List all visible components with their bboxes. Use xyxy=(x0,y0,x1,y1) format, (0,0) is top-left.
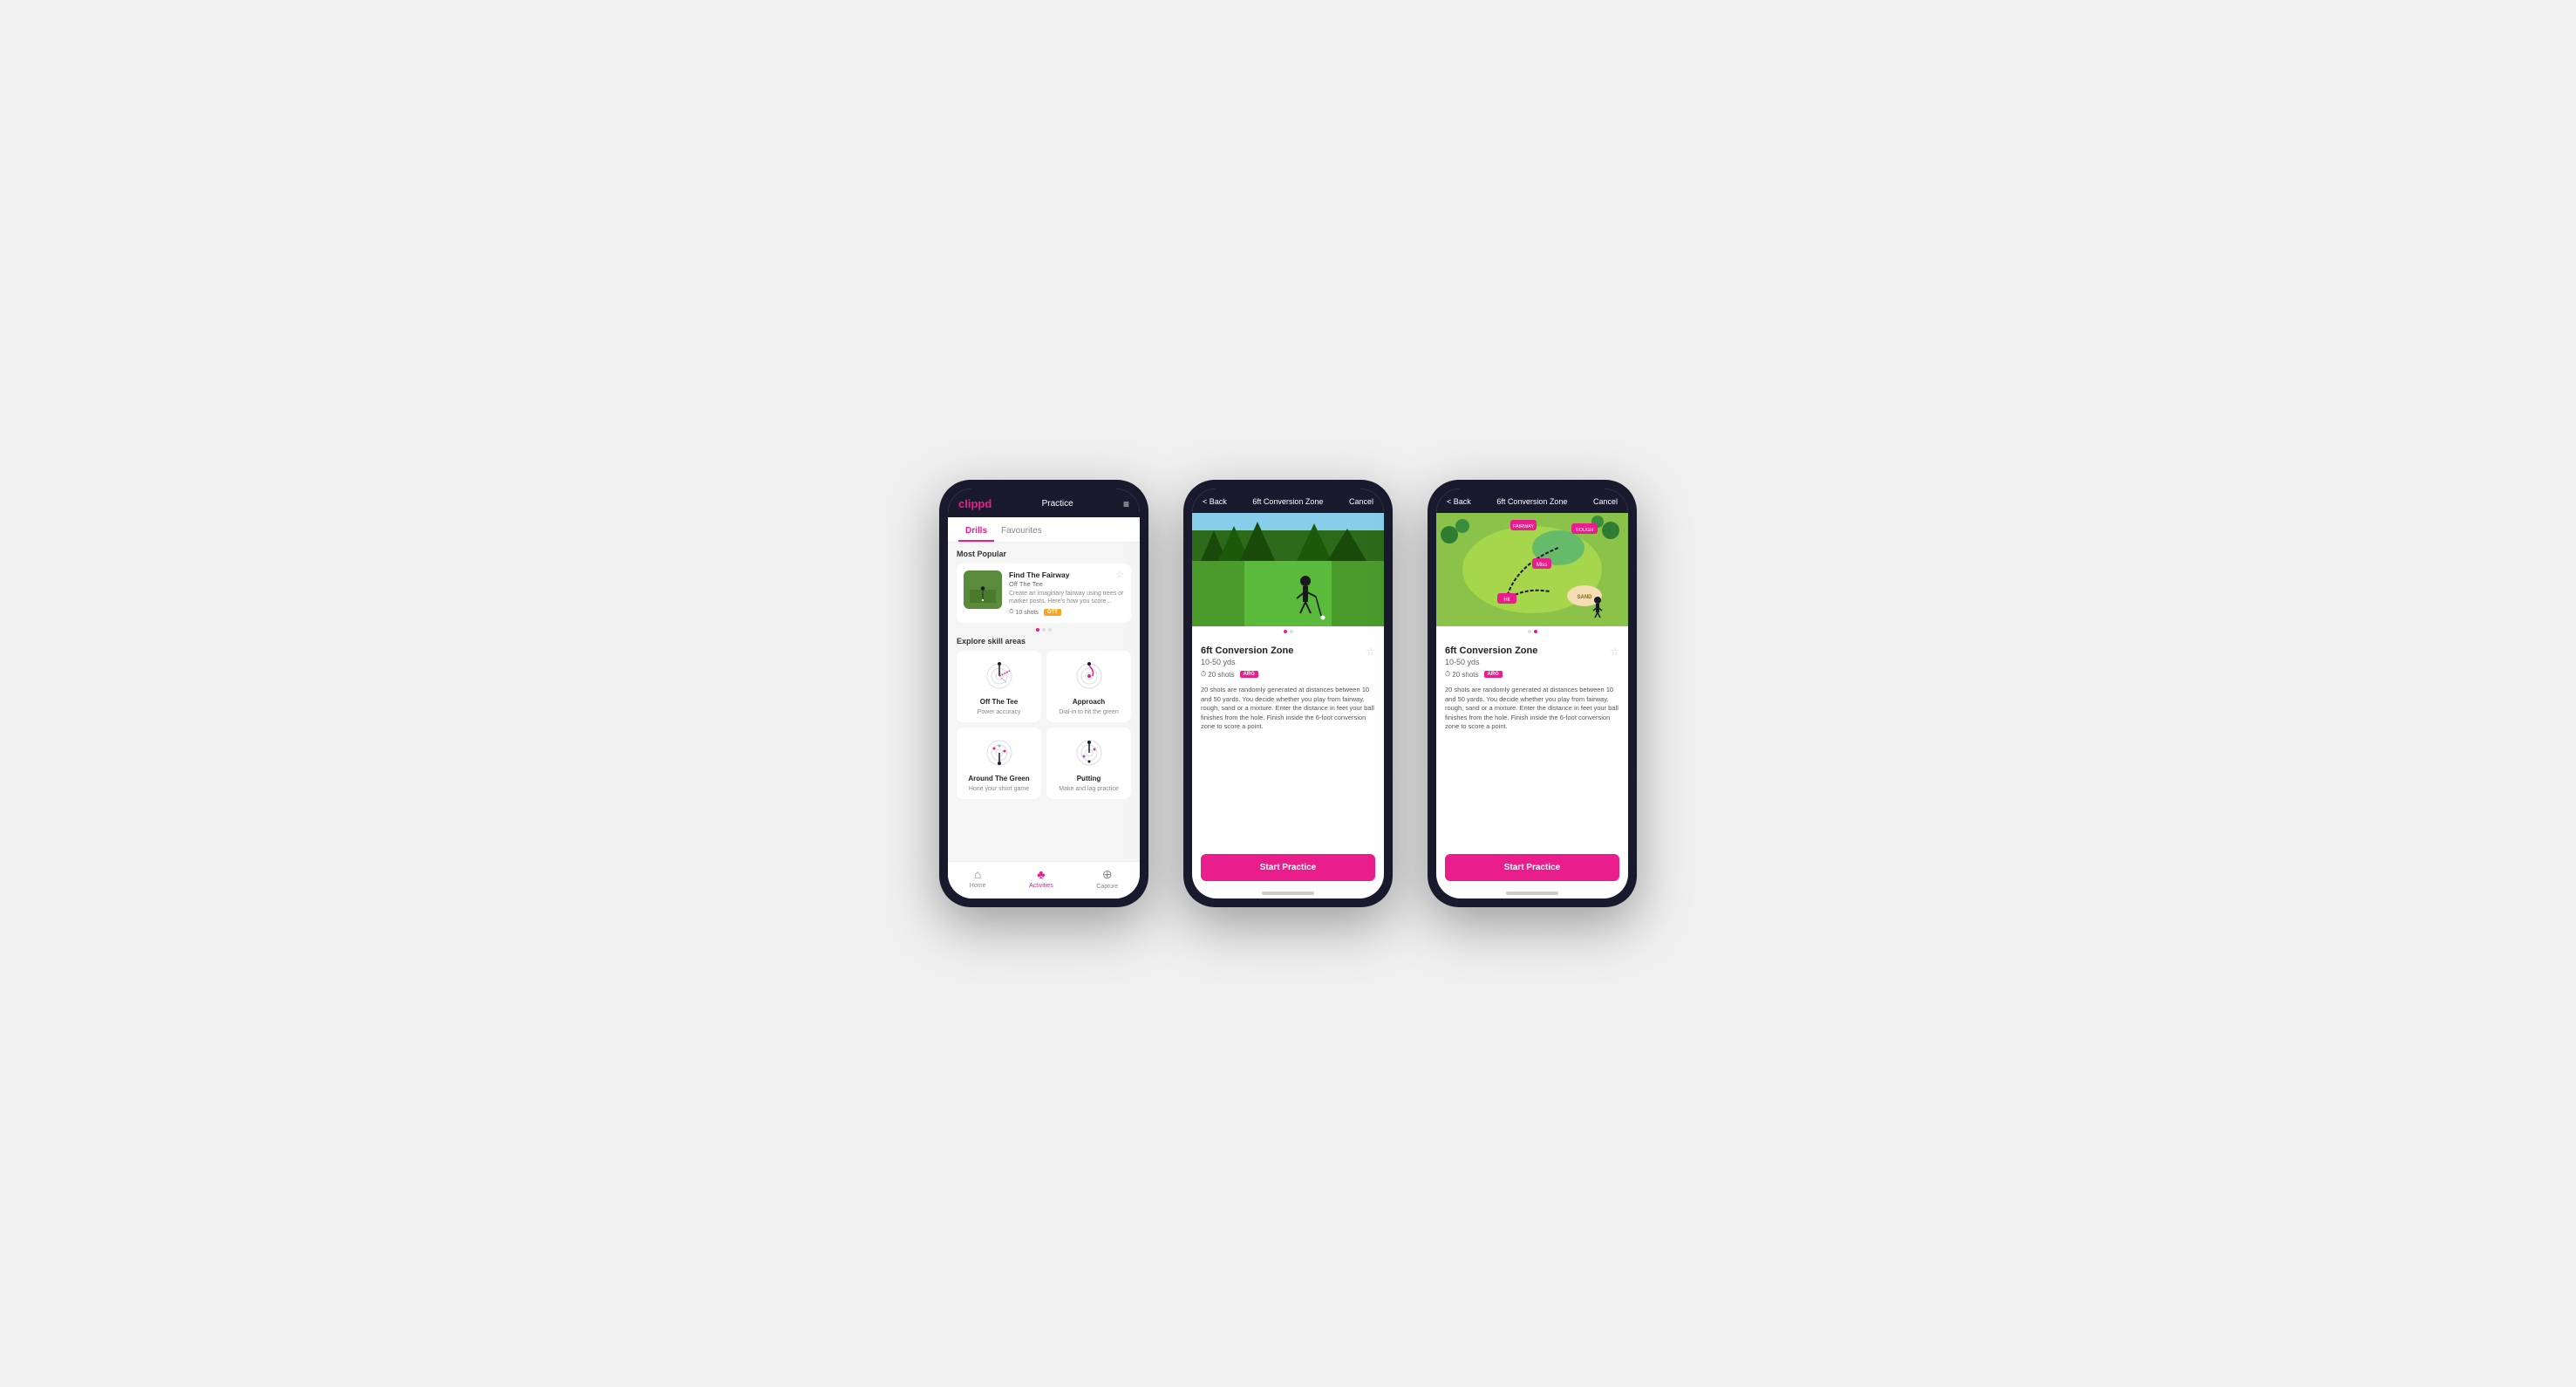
skills-section: Explore skill areas xyxy=(957,637,1131,799)
menu-icon[interactable]: ≡ xyxy=(1123,498,1129,510)
drill-details-3: 6ft Conversion Zone 10-50 yds ☆ ⏱ 20 sho… xyxy=(1436,637,1628,849)
svg-text:ROUGH: ROUGH xyxy=(1576,528,1594,533)
bottom-nav: ⌂ Home ♣ Activities ⊕ Capture xyxy=(948,861,1140,898)
skill-around-green[interactable]: Around The Green Hone your short game xyxy=(957,728,1041,799)
drill-photo xyxy=(1192,513,1384,626)
most-popular-label: Most Popular xyxy=(957,550,1131,558)
tab-favourites[interactable]: Favourites xyxy=(994,523,1049,542)
phone2-content: 6ft Conversion Zone 10-50 yds ☆ ⏱ 20 sho… xyxy=(1192,513,1384,849)
img-dot-2 xyxy=(1534,630,1537,633)
drill-sub: Off The Tee xyxy=(1009,580,1124,588)
putting-icon xyxy=(1067,734,1112,771)
drill-description: Create an imaginary fairway using trees … xyxy=(1009,590,1124,605)
phone1-content: Most Popular Find The Fairway xyxy=(948,543,1140,861)
drill-meta: ⏱ 10 shots OTT xyxy=(1009,609,1124,616)
skill-approach[interactable]: Approach Dial-in to hit the green xyxy=(1046,651,1131,722)
phone-1: clippd Practice ≡ Drills Favourites Most… xyxy=(939,480,1148,907)
drill-yds: 10-50 yds xyxy=(1201,658,1293,666)
phone-2: < Back 6ft Conversion Zone Cancel xyxy=(1183,480,1393,907)
drill-shots-3: ⏱ 20 shots ARG xyxy=(1445,670,1619,679)
skill-desc: Make and lag practice xyxy=(1059,786,1118,792)
drill-shots: ⏱ 20 shots ARG xyxy=(1201,670,1375,679)
detail-title: 6ft Conversion Zone xyxy=(1252,497,1323,506)
home-icon: ⌂ xyxy=(974,867,981,881)
phone-3: < Back 6ft Conversion Zone Cancel xyxy=(1428,480,1637,907)
skill-desc: Hone your short game xyxy=(969,786,1029,792)
drill-yds: 10-50 yds xyxy=(1445,658,1537,666)
tabs-row: Drills Favourites xyxy=(948,517,1140,543)
drill-tag: ARG xyxy=(1484,671,1503,678)
start-practice-button[interactable]: Start Practice xyxy=(1201,854,1375,881)
drill-tag: OTT xyxy=(1044,609,1061,616)
drill-thumbnail xyxy=(964,571,1002,609)
nav-home[interactable]: ⌂ Home xyxy=(970,867,986,890)
shots-count: ⏱ 10 shots xyxy=(1009,609,1039,616)
drill-name: Find The Fairway xyxy=(1009,571,1124,579)
image-dots-3 xyxy=(1436,626,1628,637)
capture-icon: ⊕ xyxy=(1102,867,1113,882)
svg-text:Miss: Miss xyxy=(1537,563,1547,568)
back-button[interactable]: < Back xyxy=(1447,497,1471,506)
dot-2 xyxy=(1042,628,1046,632)
skill-name: Putting xyxy=(1077,775,1101,782)
carousel-dots xyxy=(957,628,1131,632)
drill-info: Find The Fairway Off The Tee Create an i… xyxy=(1009,571,1124,616)
home-indicator-3 xyxy=(1506,892,1558,895)
skill-name: Around The Green xyxy=(968,775,1029,782)
svg-text:SAND: SAND xyxy=(1577,595,1592,600)
header-title: Practice xyxy=(1042,499,1073,509)
svg-text:FAIRWAY: FAIRWAY xyxy=(1513,524,1534,530)
cancel-button[interactable]: Cancel xyxy=(1349,497,1373,506)
favourite-icon[interactable]: ☆ xyxy=(1366,646,1375,658)
favourite-icon[interactable]: ☆ xyxy=(1610,646,1619,658)
explore-label: Explore skill areas xyxy=(957,637,1131,646)
drill-description-3: 20 shots are randomly generated at dista… xyxy=(1445,686,1619,732)
nav-activities-label: Activities xyxy=(1029,883,1053,889)
phone3-content: Hit Miss FAIRWAY ROUGH SAND xyxy=(1436,513,1628,849)
back-button[interactable]: < Back xyxy=(1203,497,1227,506)
drill-description: 20 shots are randomly generated at dista… xyxy=(1201,686,1375,732)
skill-putting[interactable]: Putting Make and lag practice xyxy=(1046,728,1131,799)
start-practice-button-3[interactable]: Start Practice xyxy=(1445,854,1619,881)
off-tee-icon xyxy=(977,658,1022,694)
home-indicator xyxy=(1262,892,1314,895)
phone1-header: clippd Practice ≡ xyxy=(948,489,1140,517)
skill-name: Off The Tee xyxy=(980,698,1018,706)
drill-detail-title: 6ft Conversion Zone xyxy=(1445,646,1537,656)
skill-off-the-tee[interactable]: Off The Tee Power accuracy xyxy=(957,651,1041,722)
drill-details: 6ft Conversion Zone 10-50 yds ☆ ⏱ 20 sho… xyxy=(1192,637,1384,849)
skill-desc: Dial-in to hit the green xyxy=(1059,709,1118,715)
img-dot-2 xyxy=(1290,630,1293,633)
nav-capture-label: Capture xyxy=(1096,884,1118,890)
around-green-icon xyxy=(977,734,1022,771)
approach-icon xyxy=(1067,658,1112,694)
dot-1 xyxy=(1036,628,1039,632)
nav-home-label: Home xyxy=(970,883,986,889)
detail-title: 6ft Conversion Zone xyxy=(1496,497,1567,506)
image-dots xyxy=(1192,626,1384,637)
phones-container: clippd Practice ≡ Drills Favourites Most… xyxy=(939,480,1637,907)
skills-grid: Off The Tee Power accuracy xyxy=(957,651,1131,799)
img-dot-1 xyxy=(1284,630,1287,633)
drill-tag: ARG xyxy=(1240,671,1258,678)
nav-capture[interactable]: ⊕ Capture xyxy=(1096,867,1118,890)
svg-text:Hit: Hit xyxy=(1503,598,1510,603)
favourite-icon[interactable]: ☆ xyxy=(1116,571,1124,580)
drill-map: Hit Miss FAIRWAY ROUGH SAND xyxy=(1436,513,1628,626)
dot-3 xyxy=(1048,628,1052,632)
tab-drills[interactable]: Drills xyxy=(958,523,994,542)
skill-name: Approach xyxy=(1073,698,1105,706)
skill-desc: Power accuracy xyxy=(978,709,1021,715)
drill-detail-title: 6ft Conversion Zone xyxy=(1201,646,1293,656)
img-dot-1 xyxy=(1528,630,1531,633)
phone2-header: < Back 6ft Conversion Zone Cancel xyxy=(1192,489,1384,513)
nav-activities[interactable]: ♣ Activities xyxy=(1029,867,1053,890)
activities-icon: ♣ xyxy=(1037,867,1045,881)
app-logo: clippd xyxy=(958,497,992,510)
cancel-button[interactable]: Cancel xyxy=(1593,497,1618,506)
phone3-header: < Back 6ft Conversion Zone Cancel xyxy=(1436,489,1628,513)
featured-drill-card[interactable]: Find The Fairway Off The Tee Create an i… xyxy=(957,564,1131,623)
